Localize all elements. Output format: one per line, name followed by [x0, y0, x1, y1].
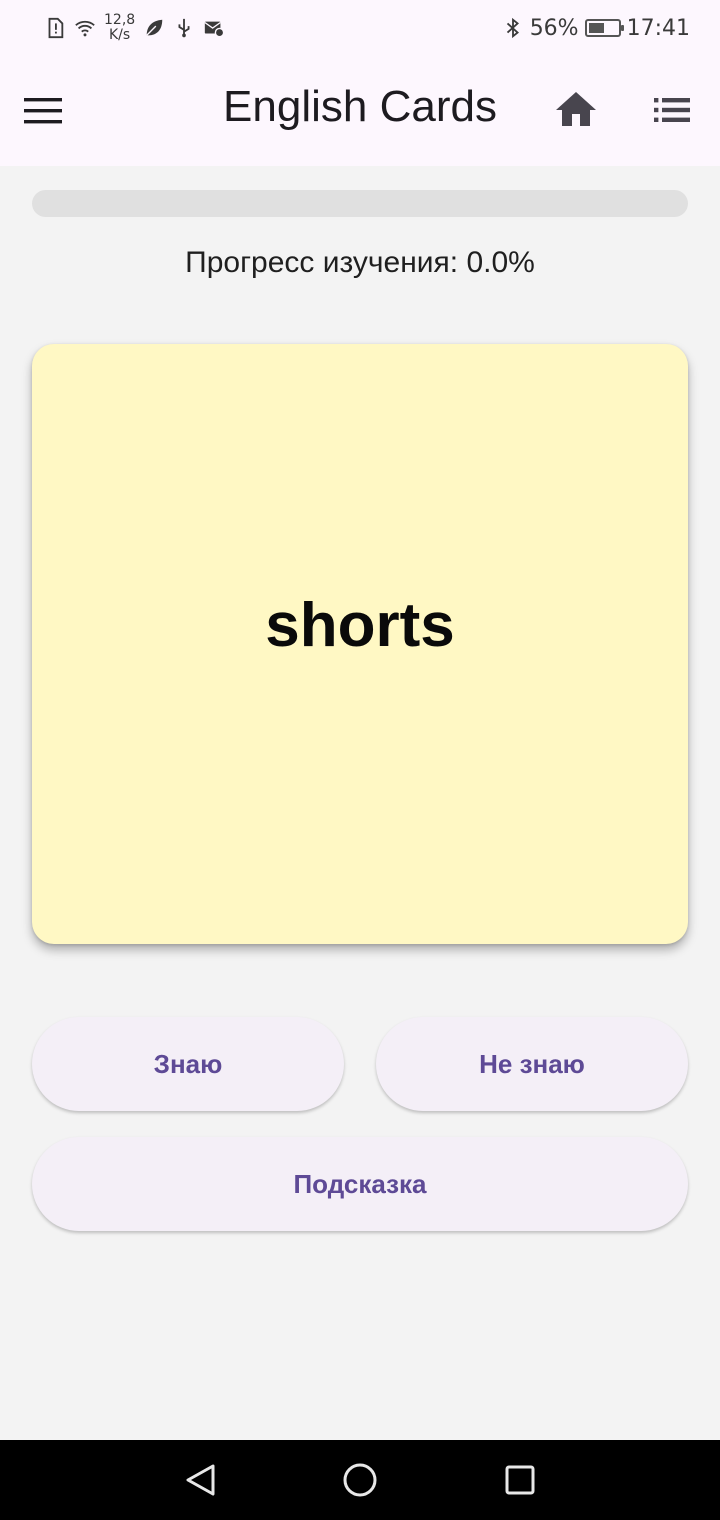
card-word: shorts [265, 590, 455, 660]
battery-percent: 56% [529, 15, 579, 41]
network-speed-unit: K/s [108, 27, 131, 43]
home-button[interactable] [552, 86, 600, 134]
menu-button[interactable] [24, 85, 88, 137]
wifi-icon [75, 20, 95, 37]
progress-bar [32, 190, 688, 217]
battery-fill [588, 23, 605, 33]
app-bar: English Cards [0, 56, 720, 166]
dont-know-button[interactable]: Не знаю [376, 1017, 688, 1111]
status-left-icons: 12,8 K/s [44, 10, 225, 46]
know-button[interactable]: Знаю [32, 1017, 344, 1111]
leaf-icon [146, 19, 163, 36]
home-icon [556, 92, 596, 126]
battery-icon [584, 19, 624, 37]
bluetooth-icon [506, 17, 519, 39]
status-bar: 12,8 K/s 56% 17:41 [0, 0, 720, 56]
sim-alert-icon [48, 17, 64, 39]
hint-button[interactable]: Подсказка [32, 1137, 688, 1231]
back-icon[interactable] [180, 1460, 220, 1500]
list-icon [654, 98, 690, 122]
mail-settings-icon [204, 21, 225, 38]
flash-card[interactable]: shorts [32, 344, 688, 944]
status-right-icons: 56% 17:41 [502, 12, 690, 44]
home-circle-icon[interactable] [340, 1460, 380, 1500]
system-nav-bar [0, 1440, 720, 1520]
recents-icon[interactable] [500, 1460, 540, 1500]
usb-icon [178, 18, 190, 38]
page-title: English Cards [223, 82, 497, 131]
list-button[interactable] [648, 86, 696, 134]
progress-label: Прогресс изучения: 0.0% [185, 246, 535, 279]
clock: 17:41 [626, 15, 690, 41]
network-speed: 12,8 K/s [104, 13, 135, 43]
menu-icon [24, 98, 62, 124]
network-speed-value: 12,8 [104, 12, 136, 28]
